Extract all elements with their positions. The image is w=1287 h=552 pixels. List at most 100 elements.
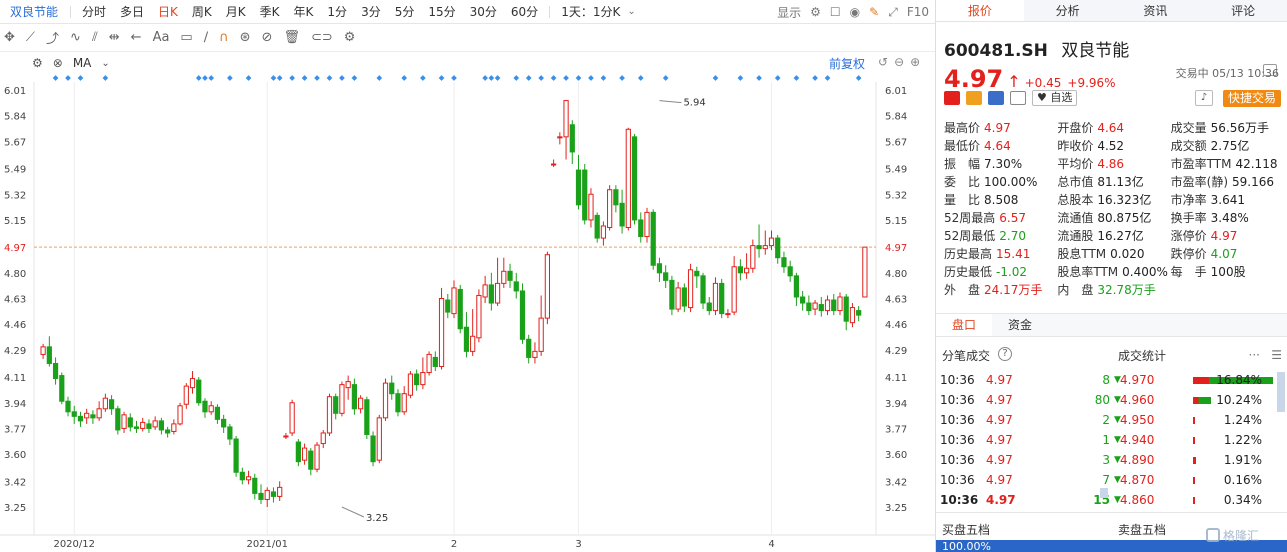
y-tick-left: 6.01 [4,86,26,97]
quote-label: 昨收价 [1057,139,1094,153]
pen-icon[interactable]: ✎ [869,5,879,19]
candle-body [52,362,59,380]
period-tab[interactable]: 日K [151,3,185,20]
quote-label: 最高价 [944,121,981,135]
period-tab[interactable]: 周K [185,3,219,20]
event-marker [376,75,383,81]
tick-time: 10:36 [940,453,975,467]
hide-icon[interactable]: ⊘ [262,30,273,45]
quote-value: 100股 [1210,265,1246,279]
y-tick-right: 3.42 [885,477,907,488]
range-tool-icon[interactable]: ⇹ [109,30,120,45]
reset-icon[interactable]: ↺ [878,55,888,69]
quote-tab[interactable]: 报价 [936,0,1024,21]
period-tab[interactable]: 1分 [320,3,354,20]
quote-tab[interactable]: 分析 [1024,0,1112,21]
stock-name-tab[interactable]: 双良节能 [0,3,66,20]
event-marker [588,75,594,81]
candle-body [756,245,762,250]
candle-body [264,489,270,500]
candle-body [669,279,675,310]
period-tab[interactable]: 季K [253,3,287,20]
quick-trade-button[interactable]: 快捷交易 [1222,90,1281,107]
indicator-label[interactable]: MA [73,56,92,70]
x-tick-label: 3 [575,539,581,550]
period-tab[interactable]: 15分 [421,3,462,20]
y-tick-right: 5.49 [885,165,907,176]
close-icon[interactable]: ⊗ [53,56,63,70]
candle-body [619,202,625,227]
range-select[interactable]: 1天：1分K [554,3,627,20]
magnet-icon[interactable]: ∩ [219,30,229,45]
eraser-icon[interactable]: ∕ [204,30,208,45]
settings-icon[interactable]: ⚙ [344,30,356,45]
event-marker [351,75,358,81]
period-tab[interactable]: 5分 [388,3,422,20]
add-watchlist-button[interactable]: ♥ 自选 [1032,90,1078,106]
move-icon[interactable]: ✥ [4,30,15,45]
adjust-select[interactable]: 前复权 [829,55,865,72]
candle-body [526,338,532,358]
period-tab[interactable]: 30分 [463,3,504,20]
help-icon[interactable]: ? [998,347,1012,361]
candle-body [538,317,544,352]
sub-tab[interactable]: 盘口 [936,314,993,336]
period-tab[interactable]: 分时 [75,3,113,20]
candle-body [557,136,563,139]
text-tool-icon[interactable]: Aa [153,30,170,45]
menu-icon[interactable]: ☰ [1271,348,1282,362]
period-tab[interactable]: 多日 [113,3,151,20]
candle-body [227,426,233,440]
wave-tool-icon[interactable]: ∿ [70,30,81,45]
period-tab[interactable]: 60分 [504,3,545,20]
quote-tab[interactable]: 评论 [1199,0,1287,21]
quote-value: 0.400% [1122,265,1168,279]
bell-icon[interactable]: ♪ [1195,90,1213,106]
ticks-list: 10:36 4.97 8 ▼ 4.970 16.84% 10:36 4.97 80 ▼ 4.960 1… [936,370,1287,510]
expand-icon[interactable]: ⤢ [888,5,898,20]
f10-button[interactable]: F10 [907,5,929,19]
period-tab[interactable]: 3分 [354,3,388,20]
period-tab[interactable]: 年K [287,3,321,20]
period-tab[interactable]: 月K [219,3,253,20]
sub-tab[interactable]: 资金 [992,314,1048,336]
chevron-down-icon[interactable]: ⌄ [101,58,109,69]
candle-body [482,284,488,298]
document-icon[interactable] [1010,91,1026,105]
chevron-down-icon[interactable]: ⌄ [627,6,635,17]
arrow-left-icon[interactable]: ← [131,30,142,45]
channel-tool-icon[interactable]: ⫽ [92,30,98,45]
scrollbar[interactable] [1100,488,1108,498]
gear-icon[interactable]: ⚙ [810,5,821,19]
gear-icon[interactable]: ⚙ [32,56,43,70]
candle-body [644,211,650,238]
kline-chart[interactable]: 6.01 6.01 5.84 5.84 5.67 5.67 5.49 5.49 5.32 5.32… [0,52,935,552]
candle-body [501,270,507,284]
quote-tab[interactable]: 资讯 [1112,0,1200,21]
candle-body [507,270,513,281]
tick-time: 10:36 [940,393,975,407]
candle-body [457,288,463,330]
stat-bar [1193,477,1195,484]
y-tick-right: 3.94 [885,399,907,410]
toggle-icon[interactable]: ⊂⊃ [311,30,333,45]
stat-percent: 16.84% [1216,373,1262,387]
comment-icon[interactable]: ▭ [180,30,192,45]
buy-five-label: 买盘五档 [942,523,991,537]
zoom-in-icon[interactable]: ⊕ [910,55,920,69]
camera-icon[interactable]: ◉ [850,5,860,19]
trash-icon[interactable]: 🗑 [283,30,300,45]
zoom-out-icon[interactable]: ⊖ [894,55,904,69]
candle-body [158,420,165,431]
more-icon[interactable]: ··· [1249,348,1260,362]
line-tool-icon[interactable]: ⟋ [26,30,35,45]
candle-body [90,414,96,419]
scrollbar[interactable] [1277,372,1285,412]
stock-title: 600481.SH 双良节能 [944,36,1287,61]
lock-icon[interactable]: ⊛ [240,30,251,45]
checkbox-icon[interactable]: ☐ [830,5,841,19]
ray-tool-icon[interactable]: ⤴ [46,28,59,47]
display-menu[interactable]: 显示 [777,4,801,21]
tick-price: 4.97 [986,453,1013,467]
candle-body [376,417,382,461]
